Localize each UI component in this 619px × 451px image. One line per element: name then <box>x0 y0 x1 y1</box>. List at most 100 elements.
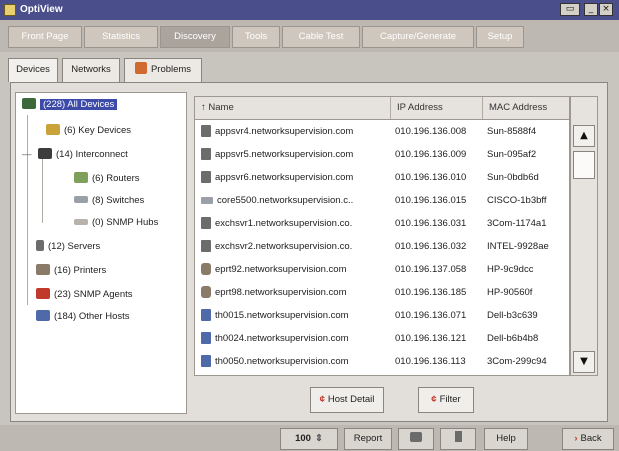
server-icon <box>201 148 211 160</box>
tree-item-routers[interactable]: (6) Routers <box>74 171 140 187</box>
ip-cell: 010.196.136.031 <box>395 218 467 229</box>
server-icon <box>201 125 211 137</box>
device-table: ↑ Name IP Address MAC Address appsvr4.ne… <box>194 96 570 376</box>
app-window: OptiView ▭ _ × Front Page Statistics Dis… <box>0 0 619 451</box>
tab-tools[interactable]: Tools <box>232 26 280 48</box>
ip-cell: 010.196.136.010 <box>395 172 467 183</box>
printer-icon <box>201 286 211 298</box>
tree-item-printers[interactable]: (16) Printers <box>36 263 106 279</box>
table-row[interactable]: appsvr4.networksupervision.com 010.196.1… <box>195 121 569 142</box>
mac-cell: 3Com-299c94 <box>487 356 547 367</box>
tab-discovery[interactable]: Discovery <box>160 26 230 48</box>
zoom-control[interactable]: 100 ⇕ <box>280 428 338 450</box>
server-icon <box>201 171 211 183</box>
filter-button[interactable]: ¢ Filter <box>418 387 474 413</box>
printer-icon <box>201 263 211 275</box>
table-scrollbar[interactable]: ▲ ▼ <box>570 96 598 376</box>
table-header: ↑ Name IP Address MAC Address <box>195 97 569 120</box>
table-row[interactable]: eprt98.networksupervision.com 010.196.13… <box>195 282 569 303</box>
tree-item-servers[interactable]: (12) Servers <box>36 239 100 255</box>
tab-statistics[interactable]: Statistics <box>84 26 158 48</box>
workstation-icon <box>201 355 211 367</box>
ip-cell: 010.196.136.071 <box>395 310 467 321</box>
network-icon <box>22 98 36 109</box>
minimize-button[interactable]: _ <box>584 3 598 16</box>
table-row[interactable]: appsvr5.networksupervision.com 010.196.1… <box>195 144 569 165</box>
tree-item-switches[interactable]: (8) Switches <box>74 193 144 209</box>
ip-cell: 010.196.136.015 <box>395 195 467 206</box>
hub-icon <box>74 219 88 225</box>
back-button[interactable]: › Back <box>562 428 614 450</box>
mac-cell: INTEL-9928ae <box>487 241 549 252</box>
tab-capture-generate[interactable]: Capture/Generate <box>362 26 474 48</box>
tab-front-page[interactable]: Front Page <box>8 26 82 48</box>
window-title: OptiView <box>20 4 63 15</box>
tree-item-key-devices[interactable]: (6) Key Devices <box>46 123 131 139</box>
tree-item-snmp-hubs[interactable]: (0) SNMP Hubs <box>74 215 158 231</box>
trash-button[interactable] <box>440 428 476 450</box>
report-button[interactable]: Report <box>344 428 392 450</box>
workstation-icon <box>201 309 211 321</box>
mac-cell: Sun-095af2 <box>487 149 537 160</box>
column-header-name[interactable]: ↑ Name <box>195 97 391 119</box>
tab-cable-test[interactable]: Cable Test <box>282 26 360 48</box>
key-icon <box>46 124 60 135</box>
detail-icon: ¢ <box>319 394 325 405</box>
subtab-problems[interactable]: Problems <box>124 58 202 82</box>
mac-cell: 3Com-1174a1 <box>487 218 547 229</box>
ip-cell: 010.196.136.185 <box>395 287 467 298</box>
ip-cell: 010.196.136.113 <box>395 356 466 367</box>
scroll-down-button[interactable]: ▼ <box>573 351 595 373</box>
tree-item-other-hosts[interactable]: (184) Other Hosts <box>36 309 130 325</box>
column-header-mac[interactable]: MAC Address <box>483 97 569 119</box>
tree-item-interconnect[interactable]: — (14) Interconnect <box>22 147 128 163</box>
tree-item-all-devices[interactable]: (228) All Devices <box>22 97 118 113</box>
main-tab-bar: Front Page Statistics Discovery Tools Ca… <box>0 20 619 52</box>
tab-setup[interactable]: Setup <box>476 26 524 48</box>
table-row[interactable]: core5500.networksupervision.c.. 010.196.… <box>195 190 569 211</box>
printer-icon <box>410 432 422 442</box>
zoom-value: 100 <box>295 433 311 444</box>
scroll-up-button[interactable]: ▲ <box>573 125 595 147</box>
table-row[interactable]: exchsvr1.networksupervision.co. 010.196.… <box>195 213 569 234</box>
scroll-thumb[interactable] <box>573 151 595 179</box>
server-icon <box>36 240 44 251</box>
subtab-networks[interactable]: Networks <box>62 58 120 82</box>
ip-cell: 010.196.137.058 <box>395 264 467 275</box>
server-icon <box>201 217 211 229</box>
print-button[interactable] <box>398 428 434 450</box>
subtab-devices[interactable]: Devices <box>8 58 58 82</box>
ip-cell: 010.196.136.008 <box>395 126 467 137</box>
keyboard-icon[interactable]: ▭ <box>560 3 580 16</box>
close-button[interactable]: × <box>599 3 613 16</box>
router-icon <box>74 172 88 183</box>
switch-icon <box>74 196 88 203</box>
table-row[interactable]: exchsvr2.networksupervision.co. 010.196.… <box>195 236 569 257</box>
table-row[interactable]: th0024.networksupervision.com 010.196.13… <box>195 328 569 349</box>
mac-cell: CISCO-1b3bff <box>487 195 547 206</box>
zoom-stepper-icon: ⇕ <box>314 433 323 444</box>
workstation-icon <box>201 332 211 344</box>
column-header-ip[interactable]: IP Address <box>391 97 483 119</box>
trash-icon <box>454 431 462 442</box>
interconnect-icon <box>38 148 52 159</box>
table-row[interactable]: th0015.networksupervision.com 010.196.13… <box>195 305 569 326</box>
mac-cell: Sun-0bdb6d <box>487 172 539 183</box>
server-icon <box>201 240 211 252</box>
host-detail-button[interactable]: ¢ Host Detail <box>310 387 384 413</box>
switch-icon <box>201 197 213 204</box>
snmp-agent-icon <box>36 288 50 299</box>
device-tree: (228) All Devices (6) Key Devices — (14) … <box>15 92 187 414</box>
ip-cell: 010.196.136.009 <box>395 149 467 160</box>
tree-item-snmp-agents[interactable]: (23) SNMP Agents <box>36 287 133 303</box>
mac-cell: Dell-b6b4b8 <box>487 333 539 344</box>
mac-cell: Dell-b3c639 <box>487 310 538 321</box>
table-row[interactable]: th0050.networksupervision.com 010.196.13… <box>195 351 569 372</box>
table-row[interactable]: appsvr6.networksupervision.com 010.196.1… <box>195 167 569 188</box>
printer-icon <box>36 264 50 275</box>
collapse-toggle[interactable]: — <box>22 147 34 163</box>
table-row[interactable]: eprt92.networksupervision.com 010.196.13… <box>195 259 569 280</box>
mac-cell: HP-9c9dcc <box>487 264 534 275</box>
mac-cell: HP-90560f <box>487 287 533 298</box>
help-button[interactable]: Help <box>484 428 528 450</box>
